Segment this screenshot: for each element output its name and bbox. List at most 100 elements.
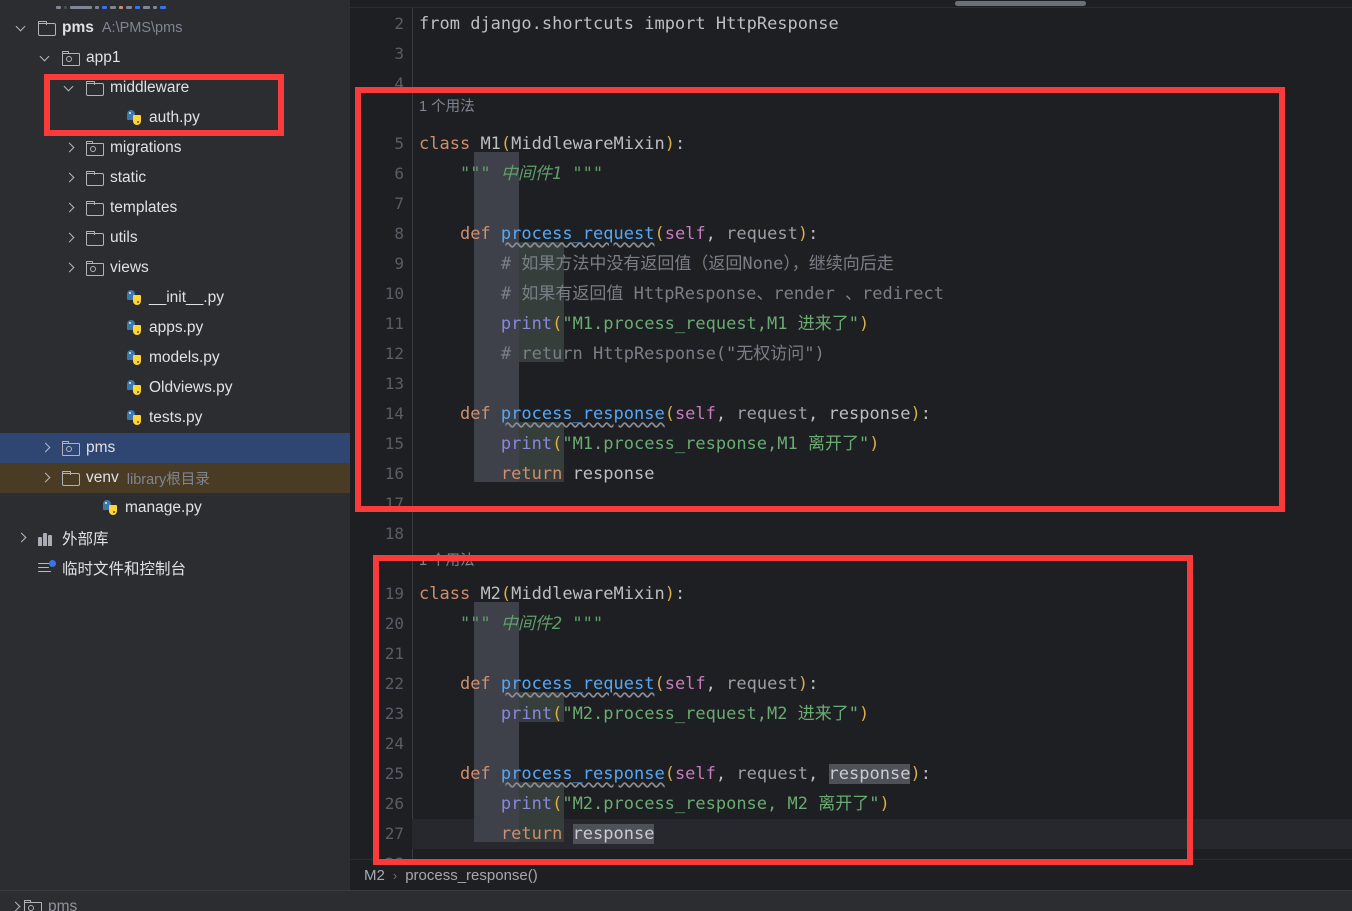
tree-item-app1[interactable]: app1 (0, 43, 350, 73)
code-line-14[interactable]: def process_response(self, request, resp… (412, 399, 931, 429)
line-number[interactable]: 4 (360, 69, 404, 99)
chevron-right-icon[interactable] (62, 230, 78, 246)
code-line-12[interactable]: # return HttpResponse("无权访问") (412, 339, 825, 369)
tree-item-oldviews-py[interactable]: Oldviews.py (0, 373, 350, 403)
tree-item-views[interactable]: views (0, 253, 350, 283)
line-number[interactable]: 6 (360, 159, 404, 189)
code-text-area[interactable]: from django.shortcuts import HttpRespons… (412, 8, 1352, 859)
line-number[interactable]: 24 (360, 729, 404, 759)
code-line-9[interactable]: # 如果方法中没有返回值（返回None），继续向后走 (412, 249, 894, 279)
line-number[interactable]: 5 (360, 129, 404, 159)
line-number[interactable]: 9 (360, 249, 404, 279)
tree-item-models-py[interactable]: models.py (0, 343, 350, 373)
line-number[interactable]: 22 (360, 669, 404, 699)
line-number[interactable]: 3 (360, 39, 404, 69)
line-number-gutter[interactable]: 2 3 4 5 6 7 8 9 10 11 12 13 14 15 16 17 18 19 20 21 22 23 24 25… (350, 8, 412, 859)
chevron-down-icon[interactable] (38, 50, 54, 66)
tree-item-label: static (110, 169, 147, 186)
code-line-25[interactable]: def process_response(self, request, resp… (412, 759, 931, 789)
code-line-27[interactable]: return response (412, 819, 655, 849)
code-line-11[interactable]: print("M1.process_request,M1 进来了") (412, 309, 869, 339)
code-line-24[interactable] (412, 729, 429, 759)
line-number[interactable]: 20 (360, 609, 404, 639)
line-number[interactable]: 12 (360, 339, 404, 369)
chevron-right-icon[interactable] (8, 899, 24, 911)
code-line-16[interactable]: return response (412, 459, 655, 489)
line-number[interactable]: 27 (360, 819, 404, 849)
code-line-15[interactable]: print("M1.process_response,M1 离开了") (412, 429, 880, 459)
chevron-down-icon[interactable] (62, 80, 78, 96)
code-line-10[interactable]: # 如果有返回值 HttpResponse、render 、redirect (412, 279, 944, 309)
line-number[interactable]: 7 (360, 189, 404, 219)
chevron-right-icon[interactable] (62, 140, 78, 156)
code-line-2[interactable]: from django.shortcuts import HttpRespons… (412, 9, 839, 39)
code-line-17[interactable] (412, 489, 429, 519)
python-file-icon (102, 500, 118, 516)
tree-item-apps-py[interactable]: apps.py (0, 313, 350, 343)
tree-item-auth-py[interactable]: auth.py (0, 103, 350, 133)
code-line-21[interactable] (412, 639, 429, 669)
line-number[interactable]: 23 (360, 699, 404, 729)
line-number[interactable]: 13 (360, 369, 404, 399)
breadcrumb-class[interactable]: M2 (364, 867, 385, 884)
line-number[interactable]: 28 (360, 849, 404, 859)
editor-horizontal-scrollbar[interactable] (350, 0, 1352, 8)
chevron-placeholder (102, 290, 118, 306)
tree-item-static[interactable]: static (0, 163, 350, 193)
line-number[interactable]: 19 (360, 579, 404, 609)
tree-item-utils[interactable]: utils (0, 223, 350, 253)
code-line-22[interactable]: def process_request(self, request): (412, 669, 818, 699)
tree-item-venv[interactable]: venv library根目录 (0, 463, 350, 493)
line-number[interactable]: 10 (360, 279, 404, 309)
codelens-usages-m1[interactable]: 1 个用法 (419, 96, 475, 118)
code-line-26[interactable]: print("M2.process_response, M2 离开了") (412, 789, 890, 819)
code-line-13[interactable] (412, 369, 429, 399)
chevron-down-icon[interactable] (14, 20, 30, 36)
tree-item-scratches[interactable]: 临时文件和控制台 (0, 553, 350, 583)
chevron-right-icon[interactable] (62, 260, 78, 276)
project-tree-panel[interactable]: pms A:\PMS\pms app1 middleware auth.py migrat… (0, 0, 350, 890)
bottom-status-bar[interactable]: pms (0, 890, 1352, 911)
code-line-28[interactable] (412, 849, 429, 859)
code-line-20[interactable]: """ 中间件2 """ (412, 609, 603, 639)
line-number[interactable]: 26 (360, 789, 404, 819)
code-line-5[interactable]: class M1(MiddlewareMixin): (412, 129, 685, 159)
tree-item-external-lib[interactable]: 外部库 (0, 523, 350, 553)
tree-item-tests-py[interactable]: tests.py (0, 403, 350, 433)
tree-item-pms-root[interactable]: pms A:\PMS\pms (0, 13, 350, 43)
line-number[interactable]: 16 (360, 459, 404, 489)
line-number[interactable]: 17 (360, 489, 404, 519)
scrollbar-thumb[interactable] (955, 1, 1086, 6)
chevron-right-icon[interactable] (38, 470, 54, 486)
line-number[interactable]: 21 (360, 639, 404, 669)
chevron-right-icon[interactable] (62, 200, 78, 216)
chevron-right-icon[interactable] (14, 530, 30, 546)
tree-item-pms-pkg[interactable]: pms (0, 433, 350, 463)
code-line-8[interactable]: def process_request(self, request): (412, 219, 818, 249)
tree-item-manage-py[interactable]: manage.py (0, 493, 350, 523)
chevron-right-icon[interactable] (38, 440, 54, 456)
tree-item-migrations[interactable]: migrations (0, 133, 350, 163)
code-line-7[interactable] (412, 189, 429, 219)
line-number[interactable]: 25 (360, 759, 404, 789)
code-line-23[interactable]: print("M2.process_request,M2 进来了") (412, 699, 869, 729)
line-number[interactable]: 14 (360, 399, 404, 429)
line-number[interactable]: 8 (360, 219, 404, 249)
line-number[interactable]: 15 (360, 429, 404, 459)
codelens-usages-m2[interactable]: 1 个用法 (419, 550, 475, 572)
line-number[interactable]: 11 (360, 309, 404, 339)
chevron-right-icon[interactable] (62, 170, 78, 186)
breadcrumb[interactable]: M2 › process_response() (350, 859, 1352, 890)
tree-item-templates[interactable]: templates (0, 193, 350, 223)
bottom-bar-item[interactable]: pms (8, 898, 77, 911)
line-number[interactable]: 2 (360, 9, 404, 39)
code-line-19[interactable]: class M2(MiddlewareMixin): (412, 579, 685, 609)
tree-item-init-py[interactable]: __init__.py (0, 283, 350, 313)
line-number[interactable]: 18 (360, 519, 404, 549)
breadcrumb-member[interactable]: process_response() (405, 867, 538, 884)
tree-item-label: venv (86, 469, 119, 486)
code-line-18[interactable] (412, 519, 429, 549)
tree-item-middleware[interactable]: middleware (0, 73, 350, 103)
code-line-6[interactable]: """ 中间件1 """ (412, 159, 603, 189)
code-editor[interactable]: 2 3 4 5 6 7 8 9 10 11 12 13 14 15 16 17 18 19 20 21 22 23 24 25… (350, 0, 1352, 859)
